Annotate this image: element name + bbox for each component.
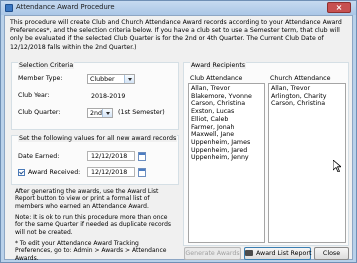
award-recipients-group: Award Recipients Club Attendance Church … [183,62,349,246]
member-type-value: Clubber [90,76,115,83]
award-received-field[interactable]: 12/12/2018 [87,167,135,177]
club-attendance-list[interactable]: Allan, Trevor Blakemore, Yvonne Carson, Ch… [188,83,265,243]
club-year-label: Club Year: [18,92,50,99]
close-button[interactable]: Close [314,247,349,260]
date-earned-label: Date Earned: [18,153,60,160]
window-title: Attendance Award Procedure [16,3,115,11]
club-quarter-note: (1st Semester) [118,109,165,116]
intro-text: This procedure will create Club and Chur… [10,19,342,51]
list-item[interactable]: Carson, Christina [269,100,345,108]
date-earned-value: 12/12/2018 [91,153,128,160]
club-year-field: 2018-2019 [87,91,135,101]
list-item[interactable]: Uppenheim, Jenny [189,154,264,162]
award-received-value: 12/12/2018 [91,169,128,176]
list-item[interactable]: Elliot, Caleb [189,116,264,124]
note-award-list: After generating the awards, use the Awa… [15,188,159,210]
calendar-icon[interactable] [138,168,146,177]
award-received-checkbox[interactable] [18,169,25,176]
list-item[interactable]: Uppenheim, Jared [189,147,264,155]
chevron-down-icon[interactable] [102,109,112,117]
generate-awards-button[interactable]: Generate Awards [184,247,241,260]
award-recipients-title: Award Recipients [190,62,247,69]
member-type-label: Member Type: [18,75,63,82]
list-item[interactable]: Exston, Lucas [189,108,264,116]
list-item[interactable]: Maxwell, Jane [189,131,264,139]
list-item[interactable]: Farmer, Jonah [189,124,264,132]
list-item[interactable]: Allan, Trevor [189,85,264,93]
club-quarter-value: 2nd [90,110,102,117]
mouse-cursor-icon [333,160,341,172]
dialog-body: This procedure will create Club and Chur… [4,15,353,262]
award-values-title: Set the following values for all new awa… [18,135,178,142]
award-values-group: Set the following values for all new awa… [11,135,179,185]
club-quarter-select[interactable]: 2nd [87,108,113,118]
list-item[interactable]: Carson, Christina [189,100,264,108]
club-attendance-header: Club Attendance [190,75,243,82]
selection-criteria-title: Selection Criteria [18,62,75,69]
list-item[interactable]: Blakemore, Yvonne [189,93,264,101]
note-preferences: * To edit your Attendance Award Tracking… [15,240,167,262]
selection-criteria-group: Selection Criteria Member Type: Clubber … [11,62,179,130]
award-received-label: Award Received: [28,169,81,176]
title-bar[interactable]: Attendance Award Procedure × [1,1,356,15]
printer-icon [245,250,253,256]
award-list-report-label: Award List Report [256,250,312,257]
list-item[interactable]: Arlington, Charity [269,93,345,101]
app-icon [5,4,13,12]
date-earned-field[interactable]: 12/12/2018 [87,151,135,161]
church-attendance-header: Church Attendance [270,75,331,82]
close-window-button[interactable]: × [327,2,351,13]
list-item[interactable]: Uppenheim, James [189,139,264,147]
club-year-value: 2018-2019 [91,93,126,100]
note-duplicates: Note: It is ok to run this procedure mor… [15,214,172,236]
club-quarter-label: Club Quarter: [18,109,61,116]
award-list-report-button[interactable]: Award List Report [244,247,311,260]
list-item[interactable]: Allan, Trevor [269,85,345,93]
member-type-select[interactable]: Clubber [87,74,135,84]
chevron-down-icon[interactable] [124,75,134,83]
dialog-window: Attendance Award Procedure × This proced… [0,0,357,263]
calendar-icon[interactable] [138,152,146,161]
